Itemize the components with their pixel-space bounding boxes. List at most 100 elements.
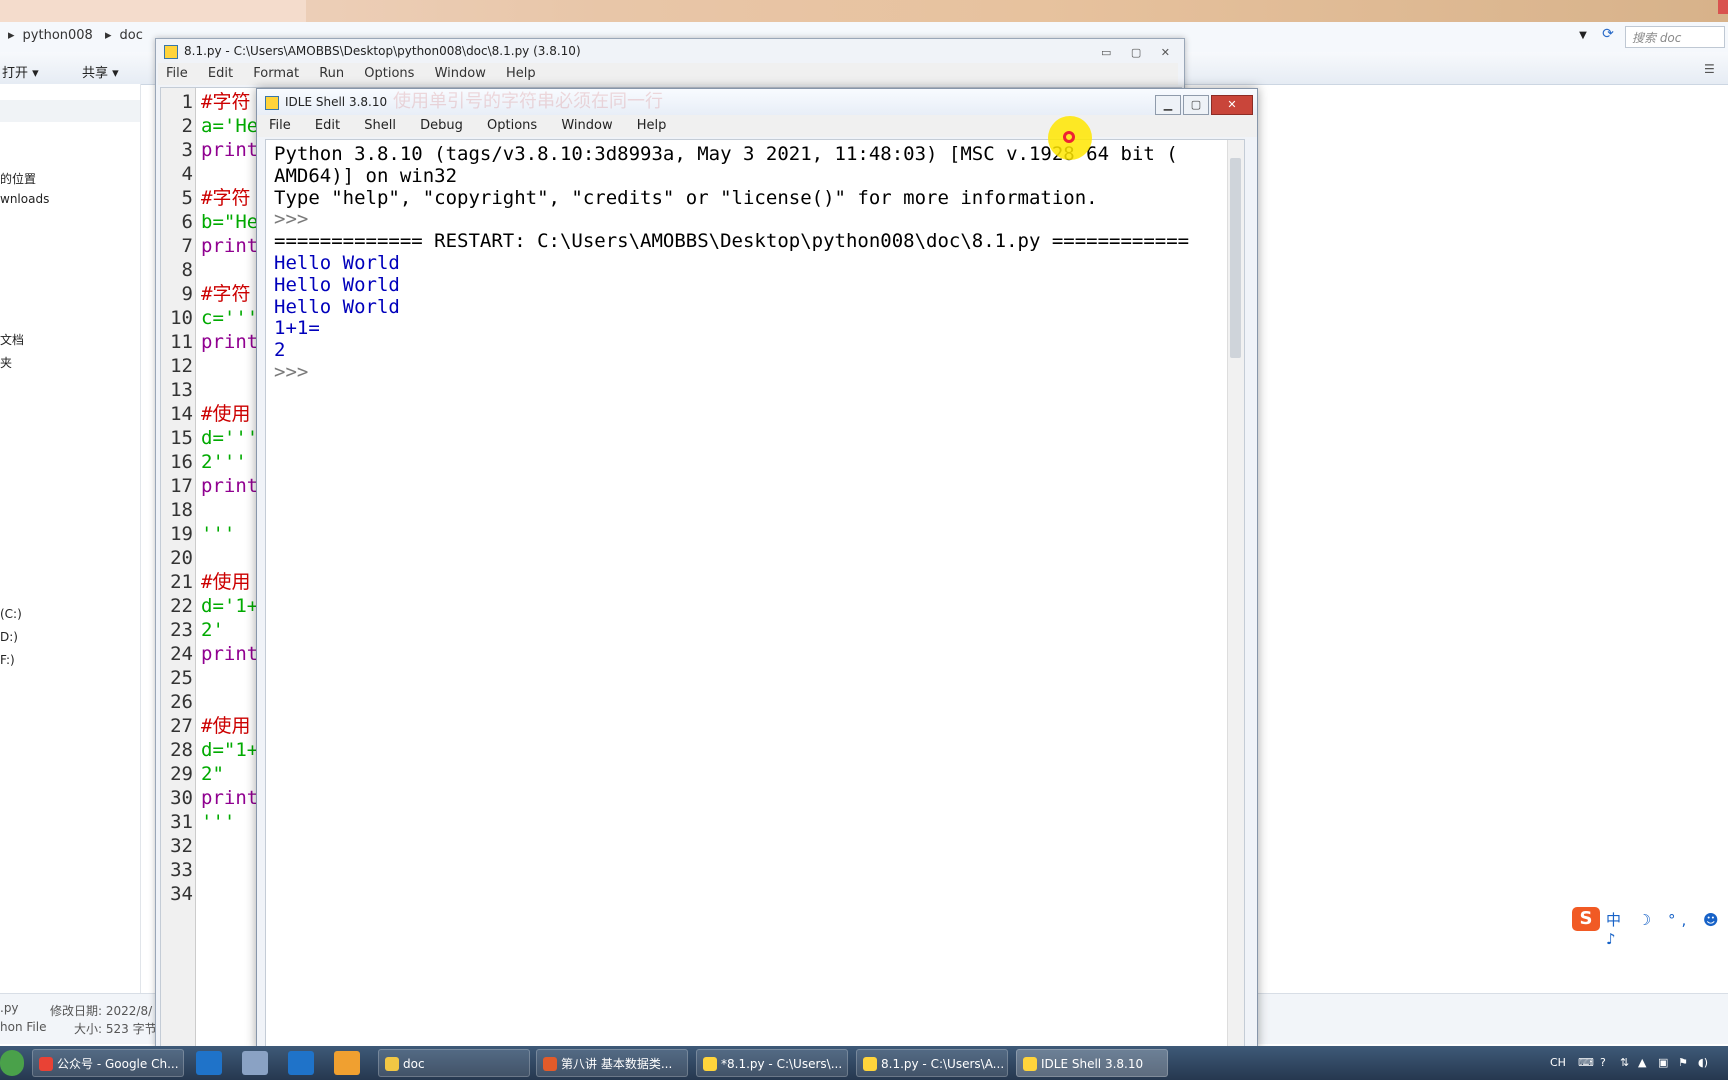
editor-menu-options[interactable]: Options <box>364 66 414 81</box>
shell-title-bar[interactable]: IDLE Shell 3.8.10 使用单引号的字符串必须在同一行 ▁ ▢ ✕ <box>257 89 1257 115</box>
taskbar-item-editor[interactable]: 8.1.py - C:\Users\A... <box>856 1049 1008 1077</box>
minimize-icon[interactable]: ▁ <box>1155 95 1181 115</box>
flag-icon[interactable]: ⚑ <box>1678 1056 1688 1069</box>
code-line[interactable]: #使用 <box>201 570 250 594</box>
ie-icon[interactable] <box>196 1051 222 1075</box>
network-icon[interactable]: ⇅ <box>1620 1056 1629 1069</box>
shell-menu-shell[interactable]: Shell <box>364 118 396 133</box>
open-button[interactable]: 打开 ▾ <box>2 62 39 81</box>
code-line[interactable]: d="1+ <box>201 738 258 762</box>
refresh-icon[interactable]: ⟳ <box>1598 26 1618 46</box>
close-icon[interactable]: ✕ <box>1211 95 1253 115</box>
input-language-indicator[interactable]: CH <box>1550 1056 1566 1069</box>
shell-menu-file[interactable]: File <box>269 118 291 133</box>
line-number: 20 <box>170 547 193 569</box>
shell-menu-options[interactable]: Options <box>487 118 537 133</box>
shell-menu-window[interactable]: Window <box>561 118 612 133</box>
mouse-cursor-icon <box>1063 131 1075 143</box>
taskbar-item-doc[interactable]: doc <box>378 1049 530 1077</box>
code-line[interactable]: d='1+ <box>201 594 258 618</box>
code-line[interactable]: print <box>201 786 258 810</box>
editor-window-controls[interactable]: ▭ ▢ ✕ <box>1101 41 1178 59</box>
editor-menu-window[interactable]: Window <box>435 66 486 81</box>
editor-menu-edit[interactable]: Edit <box>208 66 233 81</box>
vertical-scrollbar[interactable] <box>1227 140 1244 1046</box>
code-line[interactable]: #使用 <box>201 714 250 738</box>
chevron-down-icon[interactable]: ▼ <box>1575 28 1591 44</box>
code-line[interactable]: b="He <box>201 210 258 234</box>
code-line[interactable]: print <box>201 138 258 162</box>
ie-icon-2[interactable] <box>288 1051 314 1075</box>
line-number: 21 <box>170 571 193 593</box>
view-options-icon[interactable]: ☰ <box>1704 62 1715 76</box>
app-icon[interactable] <box>242 1051 268 1075</box>
taskbar-item-chrome[interactable]: 公众号 - Google Ch... <box>32 1049 184 1077</box>
python-icon <box>265 96 279 110</box>
browser-close-icon[interactable] <box>1718 0 1728 14</box>
code-line[interactable]: c=''' <box>201 306 258 330</box>
code-line[interactable]: print <box>201 330 258 354</box>
line-number: 33 <box>170 859 193 881</box>
start-orb-icon[interactable] <box>0 1050 24 1076</box>
code-line[interactable]: ''' <box>201 522 235 546</box>
line-number: 30 <box>170 787 193 809</box>
taskbar-item-editor-unsaved[interactable]: *8.1.py - C:\Users\... <box>696 1049 848 1077</box>
sogou-ime-icon[interactable]: S <box>1572 907 1600 931</box>
keyboard-icon[interactable]: ⌨ <box>1578 1056 1594 1069</box>
device-icon[interactable]: ▣ <box>1658 1056 1668 1069</box>
editor-menu-help[interactable]: Help <box>506 66 536 81</box>
code-line[interactable]: print <box>201 474 258 498</box>
line-number: 11 <box>170 331 193 353</box>
code-line[interactable]: 2''' <box>201 450 247 474</box>
nav-item-folder[interactable]: 夹 <box>0 354 12 371</box>
line-number: 8 <box>181 259 193 281</box>
shell-output-area[interactable]: Python 3.8.10 (tags/v3.8.10:3d8993a, May… <box>265 139 1245 1047</box>
python-icon <box>703 1057 717 1071</box>
nav-item-documents[interactable]: 文档 <box>0 331 24 348</box>
editor-menu-run[interactable]: Run <box>319 66 344 81</box>
code-line[interactable]: 2' <box>201 618 224 642</box>
nav-item-downloads[interactable]: wnloads <box>0 192 49 206</box>
line-number: 9 <box>181 283 193 305</box>
nav-item-locations[interactable]: 的位置 <box>0 170 36 187</box>
taskbar-item-pdf[interactable]: 第八讲 基本数据类... <box>536 1049 688 1077</box>
code-line[interactable]: #字符 <box>201 282 250 306</box>
code-line[interactable]: ''' <box>201 810 235 834</box>
help-icon[interactable]: ? <box>1600 1056 1606 1069</box>
code-line[interactable]: 2" <box>201 762 224 786</box>
pdf-icon <box>543 1057 557 1071</box>
shell-menu-help[interactable]: Help <box>637 118 667 133</box>
share-button[interactable]: 共享 ▾ <box>82 62 119 81</box>
browser-tab[interactable] <box>0 0 306 22</box>
volume-icon[interactable]: ◖) <box>1698 1056 1708 1069</box>
nav-search-box[interactable] <box>0 100 140 122</box>
line-number: 29 <box>170 763 193 785</box>
taskbar-item-shell[interactable]: IDLE Shell 3.8.10 <box>1016 1049 1168 1077</box>
code-line[interactable]: print <box>201 234 258 258</box>
ime-controls[interactable]: 中 ☽ °, ☻ ♪ <box>1606 909 1728 948</box>
folder-app-icon[interactable] <box>334 1051 360 1075</box>
breadcrumb-item-python008[interactable]: python008 <box>23 28 93 43</box>
code-line[interactable]: d=''' <box>201 426 258 450</box>
editor-title-bar[interactable]: 8.1.py - C:\Users\AMOBBS\Desktop\python0… <box>156 39 1184 63</box>
shell-menu-edit[interactable]: Edit <box>315 118 340 133</box>
line-number: 34 <box>170 883 193 905</box>
code-line[interactable]: print <box>201 642 258 666</box>
tray-expand-icon[interactable]: ▲ <box>1638 1056 1646 1069</box>
code-line[interactable]: #字符 <box>201 186 250 210</box>
maximize-icon[interactable]: ▢ <box>1183 95 1209 115</box>
explorer-search-input[interactable]: 搜索 doc <box>1625 26 1725 48</box>
code-line[interactable]: #字符 <box>201 90 250 114</box>
nav-item-drive-d[interactable]: D:) <box>0 630 18 644</box>
shell-menu-debug[interactable]: Debug <box>420 118 463 133</box>
breadcrumb-item-doc[interactable]: doc <box>120 28 143 43</box>
scrollbar-thumb[interactable] <box>1230 158 1241 358</box>
nav-item-drive-f[interactable]: F:) <box>0 653 15 667</box>
code-line[interactable]: a='He <box>201 114 258 138</box>
code-line[interactable]: #使用 <box>201 402 250 426</box>
editor-menu-format[interactable]: Format <box>253 66 299 81</box>
nav-item-drive-c[interactable]: (C:) <box>0 607 22 621</box>
editor-menu-file[interactable]: File <box>166 66 188 81</box>
shell-menu-bar: File Edit Shell Debug Options Window Hel… <box>257 115 1257 137</box>
browser-tab-strip <box>0 0 1728 22</box>
